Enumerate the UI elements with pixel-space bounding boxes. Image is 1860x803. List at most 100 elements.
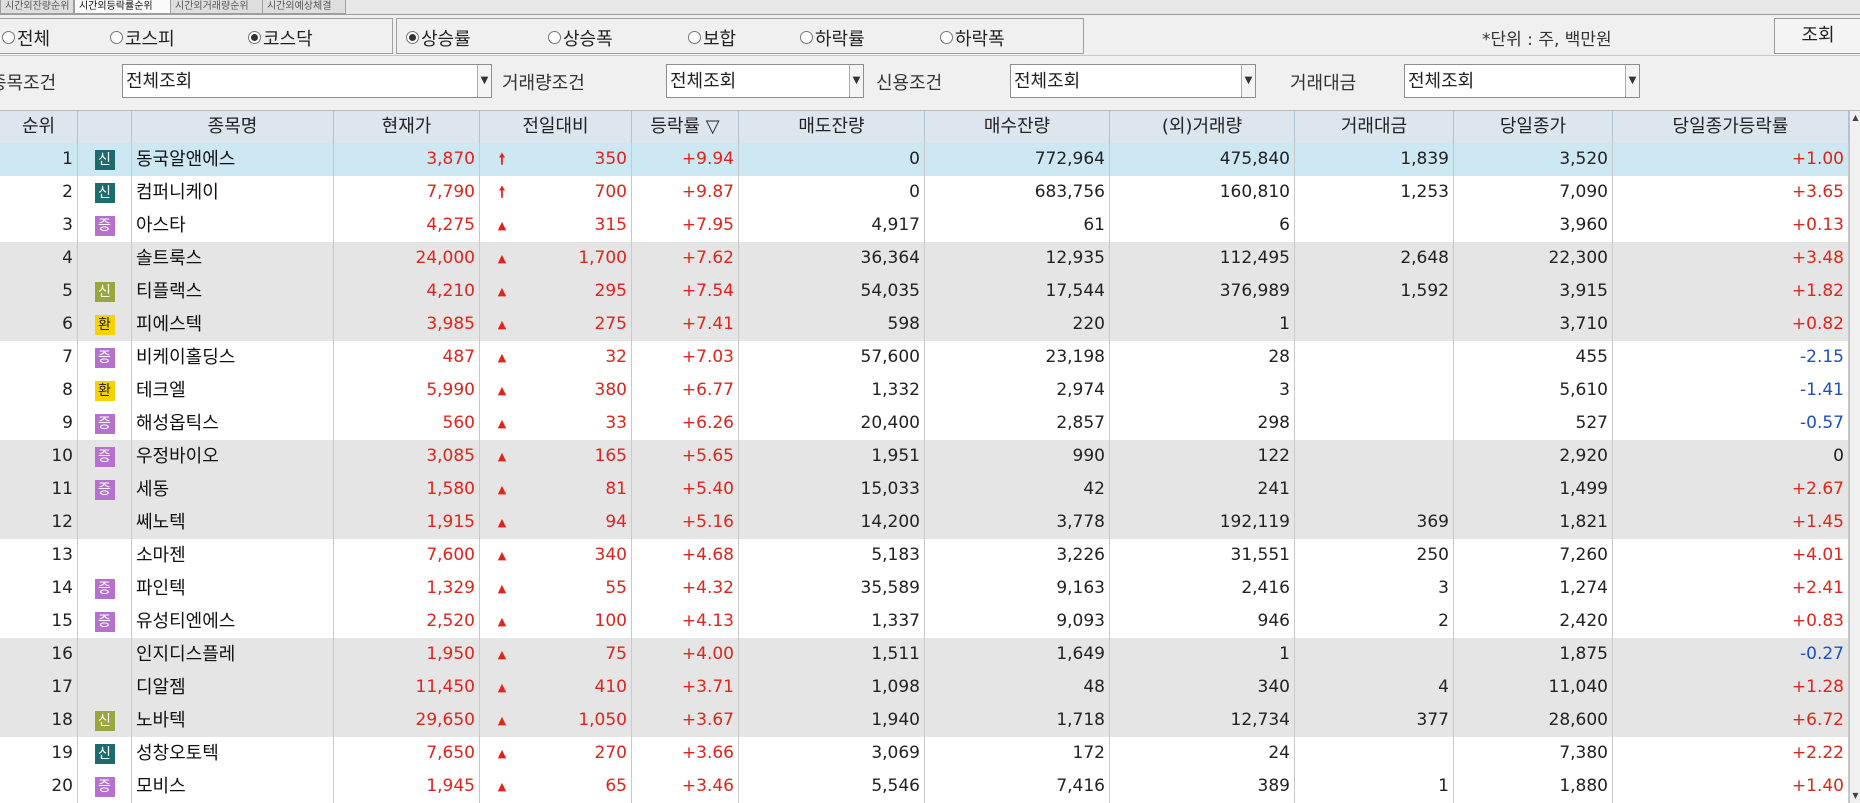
radio-sort-flat[interactable]: 보합 (688, 25, 736, 51)
header-stock-name[interactable]: 종목명 (132, 111, 334, 143)
up-triangle-icon: ▲ (497, 318, 507, 331)
close-rate-cell: +1.00 (1613, 143, 1849, 176)
tab-after-hours-volume[interactable]: 시간외거래량순위 (170, 0, 266, 14)
radio-label: 상승폭 (563, 29, 613, 50)
table-row[interactable]: 10 증 우정바이오 3,085 165 +5.65 1,951 990 122 2,920 0 ▲ (0, 440, 1860, 473)
rate-cell: +5.16 (632, 506, 739, 539)
table-row[interactable]: 2 신 컴퍼니케이 7,790 700 +9.87 0 683,756 160,810 1,253… (0, 176, 1860, 209)
table-row[interactable]: 18 신 노바텍 29,650 1,050 +3.67 1,940 1,718 12,734 37… (0, 704, 1860, 737)
header-volume[interactable]: (외)거래량 (1110, 111, 1295, 143)
table-header: 순위 종목명 현재가 전일대비 등락률 ▽ 매도잔량 매수잔량 (외)거래량 거래대금 당일종가 당… (0, 111, 1860, 144)
tab-after-hours-change-rate[interactable]: 시간외등락률순위 (74, 0, 172, 14)
credit-condition-label: 신용조건 (876, 73, 943, 94)
table-row[interactable]: 19 신 성창오토텍 7,650 270 +3.66 3,069 172 24 7,380 +2.2… (0, 737, 1860, 770)
header-rate[interactable]: 등락률 ▽ (632, 111, 739, 143)
radio-mark-checked (406, 31, 419, 44)
close-rate-cell: -2.15 (1613, 341, 1849, 374)
table-row[interactable]: 1 신 동국알앤에스 3,870 350 +9.94 0 772,964 475,840 1,83… (0, 143, 1860, 176)
volume-cell: 298 (1110, 407, 1295, 440)
header-rank[interactable]: 순위 (0, 111, 78, 143)
volume-condition-select[interactable]: 전체조회 ▼ (666, 64, 864, 98)
header-close-rate[interactable]: 당일종가등락률 (1613, 111, 1849, 143)
radio-market-kosdaq[interactable]: 코스닥 (248, 25, 313, 51)
rate-cell: +7.54 (632, 275, 739, 308)
radio-sort-rise-rate[interactable]: 상승률 (406, 25, 471, 51)
stock-name-cell: 솔트룩스 (132, 242, 334, 275)
stock-name-cell: 우정바이오 (132, 440, 334, 473)
table-row[interactable]: 5 신 티플랙스 4,210 295 +7.54 54,035 17,544 376,989 1,… (0, 275, 1860, 308)
rate-cell: +4.00 (632, 638, 739, 671)
table-row[interactable]: 3 증 아스타 4,275 315 +7.95 4,917 61 6 3,960 +0.13 ▲ (0, 209, 1860, 242)
radio-market-all[interactable]: 전체 (2, 25, 50, 51)
up-triangle-icon: ▲ (497, 351, 507, 364)
scroll-down-icon[interactable]: ▼ (1850, 789, 1860, 803)
header-bid-balance[interactable]: 매수잔량 (925, 111, 1110, 143)
table-row[interactable]: 15 증 유성티엔에스 2,520 100 +4.13 1,337 9,093 946 2 2,42… (0, 605, 1860, 638)
header-trade-amount[interactable]: 거래대금 (1295, 111, 1454, 143)
bid-balance-cell: 7,416 (925, 770, 1110, 803)
trade-amount-select[interactable]: 전체조회 ▼ (1404, 64, 1640, 98)
up-triangle-icon: ▲ (497, 285, 507, 298)
header-change[interactable]: 전일대비 (480, 111, 632, 143)
close-price-cell: 2,420 (1454, 605, 1613, 638)
close-price-cell: 1,875 (1454, 638, 1613, 671)
trade-amount-cell: 2 (1295, 605, 1454, 638)
stock-name-cell: 파인텍 (132, 572, 334, 605)
upper-limit-arrow-icon: 🠕 (498, 150, 506, 168)
table-row[interactable]: 11 증 세동 1,580 81 +5.40 15,033 42 241 1,499 +2.67 ▲ (0, 473, 1860, 506)
table-row[interactable]: 9 증 해성옵틱스 560 33 +6.26 20,400 2,857 298 527 -0.57 ▲ (0, 407, 1860, 440)
stock-name-cell: 세동 (132, 473, 334, 506)
up-triangle-icon: ▲ (497, 582, 507, 595)
tab-after-hours-balance[interactable]: 시간외잔량순위 (0, 0, 74, 14)
badge-cell (78, 506, 132, 539)
rank-cell: 14 (0, 572, 78, 605)
radio-mark (688, 31, 701, 44)
radio-market-kospi[interactable]: 코스피 (110, 25, 175, 51)
radio-label: 하락률 (815, 29, 865, 50)
tab-after-hours-expected[interactable]: 시간외예상체결 (262, 0, 346, 14)
credit-condition-select[interactable]: 전체조회 ▼ (1010, 64, 1256, 98)
header-close-price[interactable]: 당일종가 (1454, 111, 1613, 143)
close-price-cell: 11,040 (1454, 671, 1613, 704)
price-cell: 24,000 (334, 242, 480, 275)
search-button[interactable]: 조회 (1774, 18, 1860, 54)
header-price[interactable]: 현재가 (334, 111, 480, 143)
table-row[interactable]: 16 인지디스플레 1,950 75 +4.00 1,511 1,649 1 1,875 -0.2… (0, 638, 1860, 671)
close-rate-cell: +0.13 (1613, 209, 1849, 242)
trade-amount-cell: 377 (1295, 704, 1454, 737)
close-rate-cell: +1.45 (1613, 506, 1849, 539)
ask-balance-cell: 54,035 (739, 275, 925, 308)
volume-cell: 112,495 (1110, 242, 1295, 275)
volume-cell: 28 (1110, 341, 1295, 374)
badge-cell: 환 (78, 308, 132, 341)
table-row[interactable]: 8 환 테크엘 5,990 380 +6.77 1,332 2,974 3 5,610 -1.41 ▲ (0, 374, 1860, 407)
table-row[interactable]: 12 쎄노텍 1,915 94 +5.16 14,200 3,778 192,119 369 1,… (0, 506, 1860, 539)
table-row[interactable]: 17 디알젬 11,450 410 +3.71 1,098 48 340 4 11,040 +1.2… (0, 671, 1860, 704)
radio-sort-fall-rate[interactable]: 하락률 (800, 25, 865, 51)
rank-cell: 10 (0, 440, 78, 473)
radio-mark (940, 31, 953, 44)
scroll-up-icon[interactable]: ▲ (1850, 111, 1860, 125)
bid-balance-cell: 1,649 (925, 638, 1110, 671)
table-row[interactable]: 6 환 피에스텍 3,985 275 +7.41 598 220 1 3,710 +0.82 ▲ (0, 308, 1860, 341)
stock-condition-select[interactable]: 전체조회 ▼ (122, 64, 492, 98)
table-row[interactable]: 7 증 비케이홀딩스 487 32 +7.03 57,600 23,198 28 455 -2.15… (0, 341, 1860, 374)
table-row[interactable]: 14 증 파인텍 1,329 55 +4.32 35,589 9,163 2,416 3 1,274… (0, 572, 1860, 605)
bid-balance-cell: 42 (925, 473, 1110, 506)
rank-cell: 19 (0, 737, 78, 770)
badge-cell (78, 539, 132, 572)
radio-sort-fall-amount[interactable]: 하락폭 (940, 25, 1005, 51)
table-row[interactable]: 20 증 모비스 1,945 65 +3.46 5,546 7,416 389 1 1,880 +1.… (0, 770, 1860, 803)
volume-cell: 3 (1110, 374, 1295, 407)
vertical-scrollbar[interactable]: ▲ ▼ (1849, 111, 1860, 803)
ask-balance-cell: 1,951 (739, 440, 925, 473)
badge-cell: 증 (78, 440, 132, 473)
volume-cell: 122 (1110, 440, 1295, 473)
radio-sort-rise-amount[interactable]: 상승폭 (548, 25, 613, 51)
ask-balance-cell: 20,400 (739, 407, 925, 440)
table-row[interactable]: 13 소마젠 7,600 340 +4.68 5,183 3,226 31,551 250 7,2… (0, 539, 1860, 572)
ask-balance-cell: 15,033 (739, 473, 925, 506)
table-row[interactable]: 4 솔트룩스 24,000 1,700 +7.62 36,364 12,935 112,495… (0, 242, 1860, 275)
header-badge[interactable] (78, 111, 132, 143)
header-ask-balance[interactable]: 매도잔량 (739, 111, 925, 143)
